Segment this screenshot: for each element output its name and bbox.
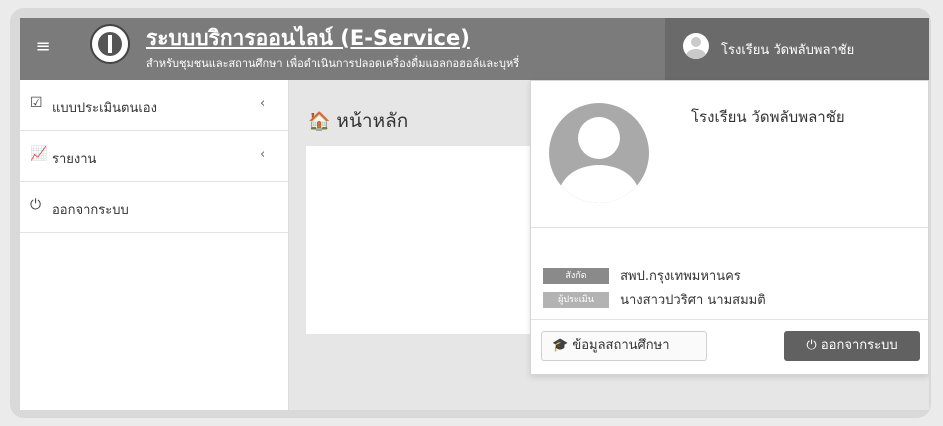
affiliation-value: สพป.กรุงเทพมหานคร: [620, 269, 741, 284]
hamburger-menu-icon[interactable]: ≡: [34, 38, 52, 56]
line-chart-icon: 📈: [30, 146, 48, 162]
chevron-left-icon: ‹: [260, 147, 266, 162]
divider: [531, 319, 928, 320]
profile-header: โรงเรียน วัดพลับพลาชัย: [531, 81, 928, 228]
user-menu[interactable]: โรงเรียน วัดพลับพลาชัย: [665, 18, 929, 80]
app-subtitle: สำหรับชุมชนและสถานศึกษา เพื่อดำเนินการปล…: [146, 57, 520, 70]
page-title: 🏠 หน้าหลัก: [308, 106, 408, 136]
logout-button[interactable]: ⏻ ออกจากระบบ: [784, 331, 920, 361]
profile-name: โรงเรียน วัดพลับพลาชัย: [691, 108, 845, 126]
assessor-value: นางสาวปวริศา นามสมมติ: [620, 293, 766, 308]
app-window: ≡ ระบบบริการออนไลน์ (E-Service) สำหรับชุ…: [20, 18, 929, 410]
user-name: โรงเรียน วัดพลับพลาชัย: [721, 43, 855, 58]
sidebar-item-logout[interactable]: ⏻ ออกจากระบบ: [20, 182, 288, 233]
graduation-cap-icon: 🎓: [552, 338, 569, 353]
page-title-text: หน้าหลัก: [336, 110, 409, 132]
sidebar-item-label: แบบประเมินตนเอง: [52, 101, 157, 116]
home-icon: 🏠: [308, 111, 331, 132]
user-profile-dropdown: โรงเรียน วัดพลับพลาชัย สังกัด สพป.กรุงเท…: [530, 80, 929, 375]
affiliation-badge: สังกัด: [543, 267, 609, 284]
assessor-row: ผู้ประเมิน นางสาวปวริศา นามสมมติ: [543, 289, 766, 308]
top-navbar: ≡ ระบบบริการออนไลน์ (E-Service) สำหรับชุ…: [20, 18, 929, 80]
sidebar-item-reports[interactable]: 📈 รายงาน ‹: [20, 131, 288, 182]
school-info-label: ข้อมูลสถานศึกษา: [572, 338, 670, 353]
power-icon: ⏻: [30, 197, 42, 213]
profile-avatar-icon: [549, 103, 649, 203]
app-title[interactable]: ระบบบริการออนไลน์ (E-Service): [146, 22, 470, 55]
checkbox-icon: ☑: [30, 95, 43, 111]
power-icon: ⏻: [806, 338, 817, 353]
sidebar-item-label: รายงาน: [52, 152, 97, 167]
user-avatar-icon: [683, 33, 709, 59]
chevron-left-icon: ‹: [260, 96, 266, 111]
content-panel: [306, 146, 536, 334]
affiliation-row: สังกัด สพป.กรุงเทพมหานคร: [543, 265, 741, 284]
sidebar-item-self-assessment[interactable]: ☑ แบบประเมินตนเอง ‹: [20, 80, 288, 131]
school-info-button[interactable]: 🎓 ข้อมูลสถานศึกษา: [541, 331, 707, 361]
assessor-badge: ผู้ประเมิน: [543, 291, 609, 308]
sidebar-item-label: ออกจากระบบ: [52, 203, 129, 218]
logout-label: ออกจากระบบ: [820, 338, 898, 353]
sidebar: ☑ แบบประเมินตนเอง ‹ 📈 รายงาน ‹ ⏻ ออกจากร…: [20, 80, 289, 410]
ministry-logo: [90, 24, 130, 64]
